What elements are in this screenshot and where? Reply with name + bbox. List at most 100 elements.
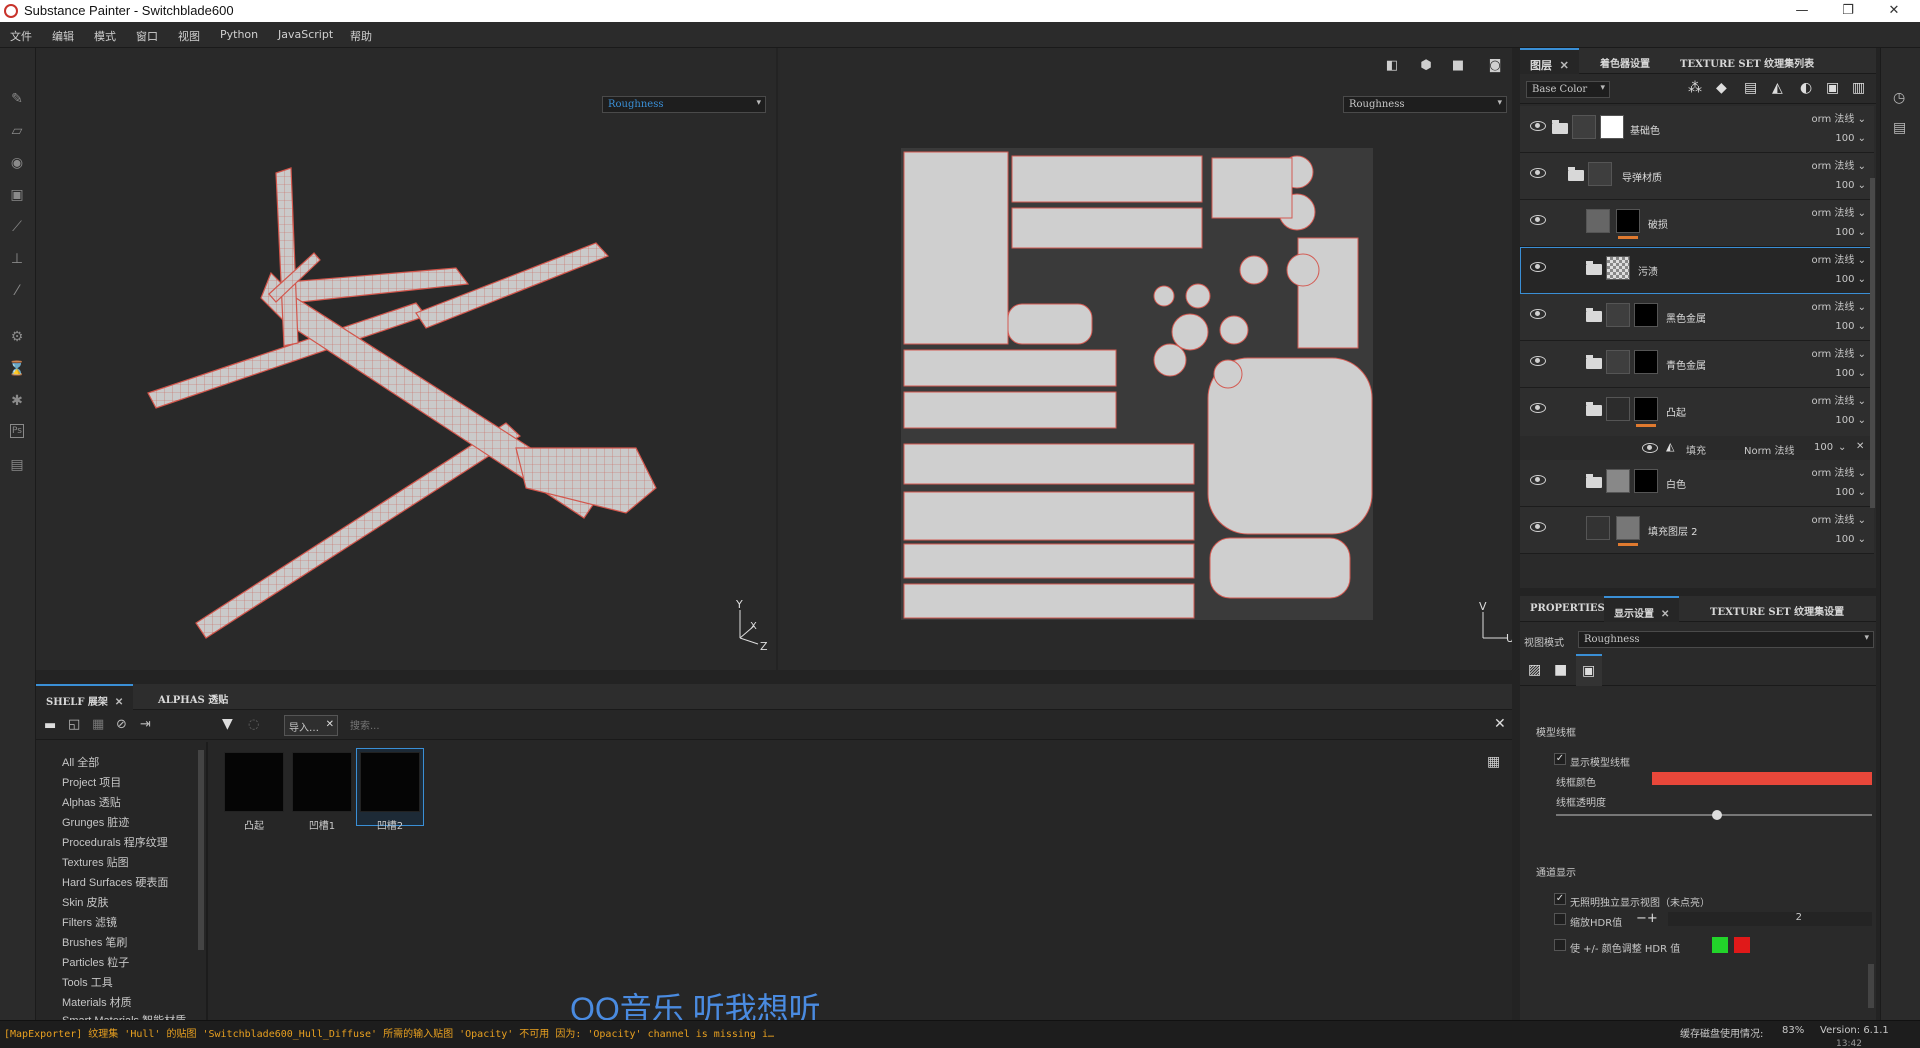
layer-row[interactable]: 破损 orm 法线 ⌄ 100 ⌄ xyxy=(1520,200,1874,247)
folder-icon[interactable] xyxy=(1552,120,1568,134)
layer-row-selected[interactable]: 污渍 orm 法线 ⌄ 100 ⌄ xyxy=(1520,247,1874,294)
color-picker-icon[interactable]: ⁄ xyxy=(8,282,26,300)
fill-layer-icon[interactable]: ◭ xyxy=(1772,80,1783,96)
layer-blend[interactable]: orm 法线 ⌄ 100 ⌄ xyxy=(1811,511,1866,549)
effect-row[interactable]: ◭ 填充 Norm 法线 100 ⌄ ✕ xyxy=(1520,436,1874,460)
eye-icon[interactable] xyxy=(1530,356,1546,366)
category-item[interactable]: Tools 工具 xyxy=(62,974,113,990)
category-item[interactable]: Hard Surfaces 硬表面 xyxy=(62,874,168,890)
green-swatch[interactable] xyxy=(1712,937,1728,953)
menu-view[interactable]: 视图 xyxy=(178,28,200,44)
add-mask-icon[interactable]: ◐ xyxy=(1800,80,1812,96)
category-item[interactable]: Particles 粒子 xyxy=(62,954,129,970)
effect-name[interactable]: 填充 xyxy=(1686,442,1706,457)
layer-blend[interactable]: orm 法线 ⌄ 100 ⌄ xyxy=(1811,464,1866,502)
layer-blend[interactable]: orm 法线 ⌄ 100 ⌄ xyxy=(1811,251,1866,289)
geometry-mask-icon[interactable]: ▣ xyxy=(8,186,26,204)
layer-blend[interactable]: orm 法线 ⌄ 100 ⌄ xyxy=(1811,392,1866,430)
category-scrollbar[interactable] xyxy=(198,750,204,950)
eye-icon[interactable] xyxy=(1530,403,1546,413)
layers-scrollbar[interactable] xyxy=(1870,178,1875,508)
tab-layers[interactable]: 图层 ✕ xyxy=(1520,48,1579,74)
tab-texture-set-list[interactable]: TEXTURE SET 纹理集列表 xyxy=(1670,48,1824,74)
effect-opacity[interactable]: 100 xyxy=(1814,442,1833,453)
paint-brush-icon[interactable]: ✎ xyxy=(8,90,26,108)
layer-name[interactable]: 黑色金属 xyxy=(1666,310,1706,325)
layer-name[interactable]: 污渍 xyxy=(1638,263,1658,278)
unlit-view-checkbox[interactable]: ✓ xyxy=(1554,893,1566,905)
folder-icon[interactable] xyxy=(1586,308,1602,322)
category-item[interactable]: All 全部 xyxy=(62,754,99,770)
slider-handle[interactable] xyxy=(1712,810,1722,820)
view-mode-select[interactable]: Roughness ▾ xyxy=(1578,631,1874,648)
shelf-item-thumb[interactable] xyxy=(292,752,352,812)
close-icon[interactable]: ✕ xyxy=(1560,59,1569,72)
effect-blend[interactable]: Norm 法线 xyxy=(1744,442,1794,457)
close-icon[interactable]: ✕ xyxy=(115,697,123,708)
layer-row[interactable]: 青色金属 orm 法线 ⌄ 100 ⌄ xyxy=(1520,341,1874,388)
layer-name[interactable]: 白色 xyxy=(1666,476,1686,491)
menu-javascript[interactable]: JavaScript xyxy=(278,28,333,41)
minus-plus-icon[interactable]: −+ xyxy=(1636,911,1658,926)
layer-row[interactable]: 白色 orm 法线 ⌄ 100 ⌄ xyxy=(1520,460,1874,507)
menu-mode[interactable]: 模式 xyxy=(94,28,116,44)
layer-name[interactable]: 破损 xyxy=(1648,216,1668,231)
menu-edit[interactable]: 编辑 xyxy=(52,28,74,44)
hide-icon[interactable]: ⊘ xyxy=(116,717,127,732)
grid-view-icon[interactable]: ▦ xyxy=(1487,754,1500,770)
layer-row[interactable]: 凸起 orm 法线 ⌄ 100 ⌄ ◭ 填充 Norm 法线 100 ⌄ ✕ xyxy=(1520,388,1874,460)
category-item[interactable]: Grunges 脏迹 xyxy=(62,814,129,830)
layer-blend[interactable]: orm 法线 ⌄ 100 ⌄ xyxy=(1811,110,1866,148)
tab-texture-set-settings[interactable]: TEXTURE SET 纹理集设置 xyxy=(1700,596,1854,622)
category-item[interactable]: Procedurals 程序纹理 xyxy=(62,834,168,850)
history-icon[interactable]: ◷ xyxy=(1893,90,1905,106)
new-window-icon[interactable]: ◱ xyxy=(68,717,80,732)
shelf-item-thumb[interactable] xyxy=(224,752,284,812)
add-layer-icon[interactable]: ▤ xyxy=(1744,80,1757,96)
layer-row[interactable]: 导弹材质 orm 法线 ⌄ 100 ⌄ xyxy=(1520,153,1874,200)
eye-icon[interactable] xyxy=(1530,475,1546,485)
layer-blend[interactable]: orm 法线 ⌄ 100 ⌄ xyxy=(1811,204,1866,242)
add-folder-icon[interactable]: ▣ xyxy=(1826,80,1839,96)
category-item[interactable]: Filters 滤镜 xyxy=(62,914,117,930)
close-icon[interactable]: ✕ xyxy=(1661,609,1669,620)
shelf-item-thumb[interactable] xyxy=(360,752,420,812)
smudge-icon[interactable]: ⟋ xyxy=(8,218,26,236)
camera-icon[interactable]: ■ xyxy=(1554,662,1567,678)
menu-python[interactable]: Python xyxy=(220,28,258,41)
tab-shader-settings[interactable]: 着色器设置 xyxy=(1590,48,1660,74)
maximize-button[interactable]: ❐ xyxy=(1828,1,1868,21)
category-item[interactable]: Textures 贴图 xyxy=(62,854,129,870)
category-item[interactable]: Alphas 透贴 xyxy=(62,794,121,810)
close-button[interactable]: ✕ xyxy=(1874,1,1914,21)
category-item[interactable]: Project 项目 xyxy=(62,774,121,790)
photoshop-icon[interactable]: Ps xyxy=(10,424,24,438)
show-wireframe-checkbox[interactable]: ✓ xyxy=(1554,753,1566,765)
eye-icon[interactable] xyxy=(1530,309,1546,319)
eye-icon[interactable] xyxy=(1642,443,1658,453)
layer-name[interactable]: 基础色 xyxy=(1630,122,1660,137)
settings-icon[interactable]: ✱ xyxy=(8,392,26,410)
category-item[interactable]: Brushes 笔刷 xyxy=(62,934,127,950)
magic-wand-icon[interactable]: ⁂ xyxy=(1688,80,1702,96)
layer-name[interactable]: 填充图层 2 xyxy=(1648,523,1698,538)
menu-help[interactable]: 帮助 xyxy=(350,28,372,44)
clone-stamp-icon[interactable]: ⊥ xyxy=(8,250,26,268)
tab-properties[interactable]: PROPERTIES xyxy=(1520,596,1615,622)
folder-icon[interactable] xyxy=(1586,261,1602,275)
layer-row[interactable]: 黑色金属 orm 法线 ⌄ 100 ⌄ xyxy=(1520,294,1874,341)
folder-icon[interactable] xyxy=(1568,167,1584,181)
props-scrollbar[interactable] xyxy=(1868,964,1874,1008)
folder-icon[interactable] xyxy=(1586,402,1602,416)
layer-row[interactable]: 基础色 orm 法线 ⌄ 100 ⌄ xyxy=(1520,106,1874,153)
bake-icon[interactable]: ⚙ xyxy=(8,328,26,346)
menu-file[interactable]: 文件 xyxy=(10,28,32,44)
viewport-settings-tab[interactable]: ▣ xyxy=(1576,654,1602,686)
scale-hdr-checkbox[interactable] xyxy=(1554,913,1566,925)
export-icon[interactable]: ⌛ xyxy=(8,360,26,378)
delete-layer-icon[interactable]: ▥ xyxy=(1852,80,1865,96)
eye-icon[interactable] xyxy=(1530,262,1546,272)
environment-icon[interactable]: ▨ xyxy=(1528,662,1541,678)
document-icon[interactable]: ▤ xyxy=(8,456,26,474)
category-item[interactable]: Materials 材质 xyxy=(62,994,132,1010)
